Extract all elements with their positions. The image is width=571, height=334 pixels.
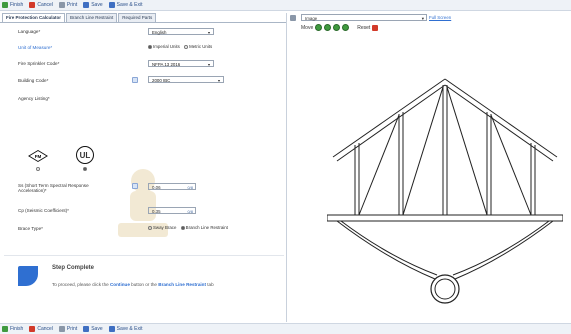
grid-icon[interactable] [290, 15, 296, 21]
truss-top-chord-right-inner [444, 84, 554, 162]
calculator-form: Language* English ▾ Unit of Measure* Impe… [0, 22, 286, 323]
branch-line-restraint-radio[interactable] [180, 225, 185, 230]
truss-top-chord-right [444, 78, 558, 158]
fire-sprinkler-code-select[interactable]: NFPA 13 2016 ▾ [148, 60, 214, 67]
fm-approved-logo: FM [28, 147, 48, 165]
save-exit-icon [108, 2, 115, 8]
save-exit-button[interactable]: Save & Exit [108, 2, 142, 8]
tab-branch-line-restraint[interactable]: Branch Line Restraint [66, 13, 118, 22]
move-down-icon[interactable] [333, 24, 341, 31]
chevron-down-icon: ▾ [207, 62, 210, 67]
restraint-cable-left [336, 220, 436, 280]
restraint-cable-left-b [340, 220, 438, 276]
tab-required-parts[interactable]: Required Parts [118, 13, 157, 22]
move-right-icon[interactable] [342, 24, 350, 31]
close-icon [29, 326, 36, 332]
ul-logo: UL [76, 146, 94, 164]
save-button[interactable]: Save [83, 326, 103, 332]
step-title: Step Complete [52, 265, 95, 271]
language-select[interactable]: English ▾ [148, 28, 214, 35]
watermark-logo [118, 169, 168, 237]
unit-of-measure-radio-group: Imperial Units Metric Units [148, 44, 212, 49]
brace-type-radio-group: Sway Brace Branch Line Restraint [148, 225, 228, 230]
continue-link[interactable]: Continue [110, 282, 130, 287]
building-code-label: Building Code* [18, 78, 49, 83]
save-exit-button[interactable]: Save & Exit [108, 326, 142, 332]
building-code-select[interactable]: 2000 IBC ▾ [148, 76, 224, 83]
info-icon[interactable] [132, 77, 138, 83]
move-up-icon[interactable] [324, 24, 332, 31]
truss-top-chord-left [332, 78, 446, 158]
info-icon[interactable] [132, 183, 138, 189]
agency-listing-label: Agency Listing* [18, 96, 50, 101]
print-button[interactable]: Print [58, 2, 77, 8]
cancel-button[interactable]: Cancel [29, 2, 53, 8]
move-controls: Move Reset [301, 24, 379, 31]
finish-button[interactable]: Finish [2, 326, 23, 332]
truss-diagonal-2 [402, 86, 444, 216]
cp-input[interactable]: 0.35 0/8 [148, 207, 196, 214]
cancel-button[interactable]: Cancel [29, 326, 53, 332]
fm-approved-radio[interactable] [36, 167, 40, 171]
brace-type-label: Brace Type* [18, 226, 43, 231]
ul-radio[interactable] [83, 167, 87, 171]
branch-line-restraint-link[interactable]: Branch Line Restraint [158, 282, 206, 287]
image-viewer-panel: Image ▾ Full Screen Move Reset [287, 13, 571, 322]
fire-sprinkler-code-label: Fire Sprinkler Code* [18, 61, 60, 66]
truss-diagonal-3 [446, 86, 488, 216]
check-icon [2, 2, 8, 8]
metric-units-radio[interactable] [184, 44, 189, 49]
print-icon [58, 2, 65, 8]
view-select[interactable]: Image ▾ [301, 14, 427, 21]
step-complete-panel: Step Complete To proceed, please click t… [4, 255, 284, 300]
print-button[interactable]: Print [58, 326, 77, 332]
print-icon [58, 326, 65, 332]
pipe-inner [434, 278, 456, 300]
unit-of-measure-label: Unit of Measure* [18, 45, 53, 50]
step-message: To proceed, please click the Continue bu… [52, 282, 214, 287]
save-icon [83, 2, 90, 8]
check-icon [2, 326, 8, 332]
save-exit-icon [108, 326, 115, 332]
fm-diamond-icon: FM [28, 150, 48, 162]
truss-diagram [327, 78, 563, 304]
tab-bar: Fire Protection Calculator Branch Line R… [2, 13, 157, 22]
step-progress-icon [18, 266, 38, 286]
save-icon [83, 326, 90, 332]
restraint-cable-right [454, 220, 554, 280]
reset-icon[interactable] [372, 24, 379, 31]
cp-label: Cp (Seismic Coefficient)* [18, 208, 69, 213]
truss-bottom-chord [327, 214, 563, 222]
ss-label: Ss (Short Term Spectral Response Accelera… [18, 183, 89, 193]
imperial-units-radio[interactable] [148, 44, 152, 49]
chevron-down-icon: ▾ [421, 16, 424, 21]
ss-input[interactable]: 0.06 0/8 [148, 183, 196, 190]
full-screen-link[interactable]: Full Screen [429, 15, 451, 20]
language-label: Language* [18, 29, 41, 34]
sway-brace-radio[interactable] [148, 225, 152, 230]
truss-top-chord-left-inner [336, 84, 446, 162]
restraint-cable-right-b [452, 220, 550, 276]
truss-diagonal-4 [490, 114, 532, 216]
svg-text:FM: FM [35, 154, 42, 159]
finish-button[interactable]: Finish [2, 2, 23, 8]
chevron-down-icon: ▾ [217, 78, 220, 83]
calculator-panel: Fire Protection Calculator Branch Line R… [0, 13, 287, 322]
truss-diagonal-1 [358, 114, 400, 216]
move-left-icon[interactable] [315, 24, 323, 31]
close-icon [29, 2, 36, 8]
tab-fire-protection-calculator[interactable]: Fire Protection Calculator [2, 13, 66, 22]
chevron-down-icon: ▾ [207, 30, 210, 35]
top-toolbar: Finish Cancel Print Save Save & Exit [0, 0, 571, 11]
bottom-toolbar: Finish Cancel Print Save Save & Exit [0, 323, 571, 334]
save-button[interactable]: Save [83, 2, 103, 8]
